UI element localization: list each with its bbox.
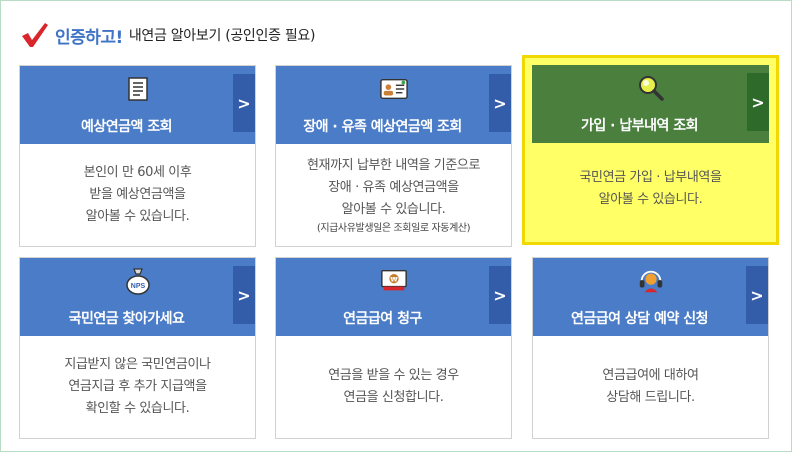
card-arrow-button[interactable]: >	[747, 73, 769, 131]
card-description: 국민연금 가입 · 납부내역을 알아볼 수 있습니다.	[532, 143, 769, 235]
card-title: 연금급여 청구	[343, 311, 422, 327]
card-pension-benefit-claim[interactable]: ₩ 연금급여 청구 > 연금을 받을 수 있는 경우 연금을 신청합니다.	[275, 257, 512, 439]
card-arrow-button[interactable]: >	[746, 266, 768, 324]
card-title: 국민연금 찾아가세요	[68, 311, 185, 327]
card-line: 알아볼 수 있습니다.	[85, 209, 190, 224]
card-description: 지급받지 않은 국민연금이나 연금지급 후 추가 지급액을 확인할 수 있습니다…	[20, 336, 255, 438]
magnifier-icon	[637, 74, 665, 102]
card-description: 연금급여에 대하여 상담해 드립니다.	[533, 336, 768, 438]
chevron-right-icon: >	[493, 285, 507, 305]
card-line: 상담해 드립니다.	[606, 390, 695, 405]
chevron-right-icon: >	[750, 285, 764, 305]
nps-label: NPS	[130, 283, 145, 290]
card-title: 연금급여 상담 예약 신청	[571, 311, 708, 327]
card-arrow-button[interactable]: >	[489, 266, 511, 324]
card-title: 장애 · 유족 예상연금액 조회	[303, 119, 462, 135]
card-header[interactable]: 예상연금액 조회 >	[20, 66, 255, 144]
chevron-right-icon: >	[237, 285, 251, 305]
card-header[interactable]: 가입 · 납부내역 조회 >	[532, 65, 769, 143]
chevron-right-icon: >	[237, 93, 251, 113]
card-header[interactable]: ₩ 연금급여 청구 >	[276, 258, 511, 336]
card-line: 연금을 받을 수 있는 경우	[328, 368, 459, 383]
card-line: 본인이 만 60세 이후	[83, 165, 192, 180]
card-line: 확인할 수 있습니다.	[85, 401, 190, 416]
card-description: 현재까지 납부한 내역을 기준으로 장애 · 유족 예상연금액을 알아볼 수 있…	[276, 144, 511, 246]
monitor-won-icon: ₩	[380, 267, 408, 295]
card-line: 알아볼 수 있습니다.	[341, 201, 446, 217]
card-expected-pension[interactable]: 예상연금액 조회 > 본인이 만 60세 이후 받을 예상연금액을 알아볼 수 …	[19, 65, 256, 247]
card-disability-survivor-pension[interactable]: 장애 · 유족 예상연금액 조회 > 현재까지 납부한 내역을 기준으로 장애 …	[275, 65, 512, 247]
id-card-icon	[379, 75, 408, 103]
card-header[interactable]: 장애 · 유족 예상연금액 조회 >	[276, 66, 511, 144]
card-line: 연금급여에 대하여	[602, 368, 699, 383]
chevron-right-icon: >	[751, 92, 765, 112]
card-header[interactable]: 연금급여 상담 예약 신청 >	[533, 258, 768, 336]
card-note: (지급사유발생일은 조회일로 자동계산)	[316, 222, 471, 234]
card-find-pension[interactable]: NPS 국민연금 찾아가세요 > 지급받지 않은 국민연금이나 연금지급 후 추…	[19, 257, 256, 439]
card-arrow-button[interactable]: >	[489, 74, 511, 132]
won-label: ₩	[390, 275, 398, 283]
card-arrow-button[interactable]: >	[233, 266, 255, 324]
card-consultation-reservation[interactable]: 연금급여 상담 예약 신청 > 연금급여에 대하여 상담해 드립니다.	[532, 257, 769, 439]
card-description: 본인이 만 60세 이후 받을 예상연금액을 알아볼 수 있습니다.	[20, 144, 255, 246]
document-list-icon	[124, 75, 152, 103]
card-line: 알아볼 수 있습니다.	[598, 192, 703, 207]
header-title-rest: 내연금 알아보기 (공인인증 필요)	[128, 28, 316, 44]
card-title: 가입 · 납부내역 조회	[581, 118, 698, 134]
card-line: 국민연금 가입 · 납부내역을	[579, 170, 722, 185]
header-title-strong: 인증하고!	[55, 27, 123, 48]
card-line: 받을 예상연금액을	[89, 187, 186, 202]
card-subscription-payment-history[interactable]: 가입 · 납부내역 조회 > 국민연금 가입 · 납부내역을 알아볼 수 있습니…	[522, 55, 779, 245]
card-line: 지급받지 않은 국민연금이나	[64, 357, 211, 372]
page-frame: 인증하고! 내연금 알아보기 (공인인증 필요) 예상연금액 조회 > 본인이 …	[0, 0, 792, 452]
headset-consultant-icon	[637, 267, 665, 295]
card-header[interactable]: NPS 국민연금 찾아가세요 >	[20, 258, 255, 336]
money-bag-icon: NPS	[124, 267, 152, 295]
section-header: 인증하고! 내연금 알아보기 (공인인증 필요)	[19, 21, 315, 49]
card-line: 연금지급 후 추가 지급액을	[68, 379, 207, 394]
checkmark-icon	[22, 23, 48, 47]
card-arrow-button[interactable]: >	[233, 74, 255, 132]
card-line: 연금을 신청합니다.	[343, 390, 444, 405]
card-line: 장애 · 유족 예상연금액을	[328, 179, 459, 195]
card-title: 예상연금액 조회	[80, 119, 173, 135]
card-line: 현재까지 납부한 내역을 기준으로	[306, 157, 481, 173]
card-description: 연금을 받을 수 있는 경우 연금을 신청합니다.	[276, 336, 511, 438]
chevron-right-icon: >	[493, 93, 507, 113]
